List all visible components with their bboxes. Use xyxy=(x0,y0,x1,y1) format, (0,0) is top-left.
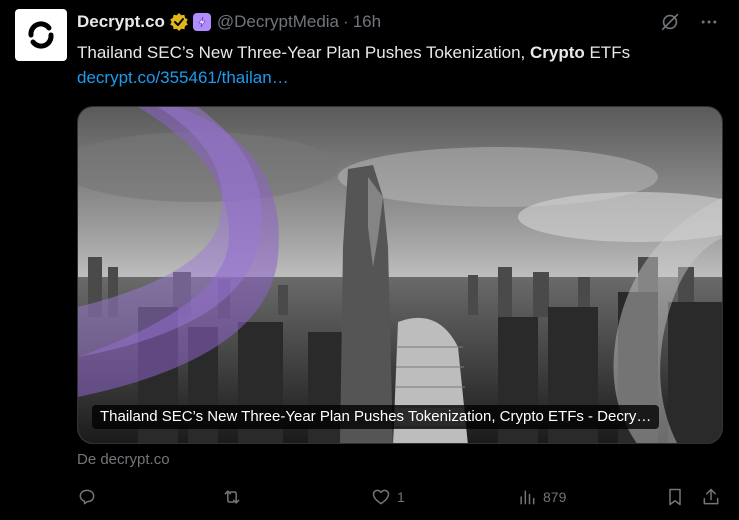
tweet-timestamp[interactable]: 16h xyxy=(353,12,381,32)
tweet-header: Decrypt.co @DecryptMedia · 16h xyxy=(77,10,719,34)
author-handle[interactable]: @DecryptMedia xyxy=(217,12,339,32)
bookmark-icon xyxy=(669,488,681,506)
like-button[interactable]: 1 xyxy=(371,485,405,509)
views-count: 879 xyxy=(543,489,567,505)
retweet-icon xyxy=(224,490,240,504)
tweet-text-bold: Crypto xyxy=(529,43,585,62)
heart-icon xyxy=(372,489,390,505)
link-card[interactable]: Thailand SEC’s New Three-Year Plan Pushe… xyxy=(77,106,723,444)
retweet-button[interactable] xyxy=(222,485,248,509)
author-name[interactable]: Decrypt.co xyxy=(77,12,165,32)
card-image xyxy=(78,107,722,443)
reply-button[interactable] xyxy=(77,485,103,509)
like-count: 1 xyxy=(397,489,405,505)
tweet-text: Thailand SEC’s New Three-Year Plan Pushe… xyxy=(77,42,719,64)
card-source[interactable]: De decrypt.co xyxy=(77,451,170,468)
views-button[interactable]: 879 xyxy=(517,485,566,509)
tweet-link[interactable]: decrypt.co/355461/thailan… xyxy=(77,67,289,89)
reply-icon xyxy=(79,489,95,505)
avatar[interactable] xyxy=(15,9,67,61)
share-icon xyxy=(703,488,719,505)
decrypt-logo-icon xyxy=(28,21,54,49)
purple-lightning-badge-icon[interactable] xyxy=(192,13,211,31)
more-options-icon[interactable] xyxy=(699,12,719,32)
share-button[interactable] xyxy=(701,485,721,509)
separator-dot: · xyxy=(343,12,349,31)
views-icon xyxy=(520,490,535,505)
tweet-actions: 1 879 xyxy=(77,485,723,509)
card-caption[interactable]: Thailand SEC’s New Three-Year Plan Pushe… xyxy=(92,405,660,429)
tweet-text-part-end: ETFs xyxy=(584,43,631,62)
grok-icon[interactable] xyxy=(659,11,681,33)
gold-verified-badge-icon[interactable] xyxy=(169,12,189,32)
tweet-text-part: Thailand SEC’s New Three-Year Plan Pushe… xyxy=(77,43,530,62)
bookmark-button[interactable] xyxy=(665,485,685,509)
